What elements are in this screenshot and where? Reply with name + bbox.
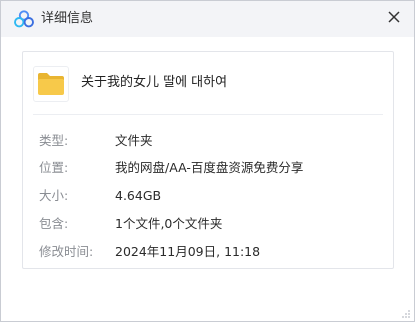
details-dialog: 详细信息 关于我的女儿 딸에 대하여 类型: 文件夹 位置: 我的网盘/AA-百… [0, 0, 415, 322]
contains-value: 1个文件,0个文件夹 [115, 216, 223, 231]
location-label: 位置: [39, 160, 69, 175]
type-value: 文件夹 [115, 133, 153, 148]
divider [33, 114, 383, 115]
baidu-netdisk-logo-icon [14, 10, 34, 28]
close-icon[interactable] [385, 8, 403, 26]
file-name: 关于我的女儿 딸에 대하여 [81, 75, 228, 90]
location-value[interactable]: 我的网盘/AA-百度盘资源免费分享 [115, 160, 303, 176]
folder-icon [33, 66, 69, 102]
dialog-title: 详细信息 [41, 11, 94, 26]
size-label: 大小: [39, 188, 69, 203]
contains-label: 包含: [39, 216, 69, 231]
type-label: 类型: [39, 133, 69, 148]
resize-grip-icon[interactable] [401, 309, 411, 319]
title-bar[interactable]: 详细信息 [1, 1, 414, 37]
modified-time-label: 修改时间: [39, 244, 94, 259]
details-card: 关于我的女儿 딸에 대하여 类型: 文件夹 位置: 我的网盘/AA-百度盘资源免… [22, 51, 394, 269]
modified-time-value: 2024年11月09日, 11:18 [115, 244, 261, 259]
size-value: 4.64GB [115, 188, 162, 203]
